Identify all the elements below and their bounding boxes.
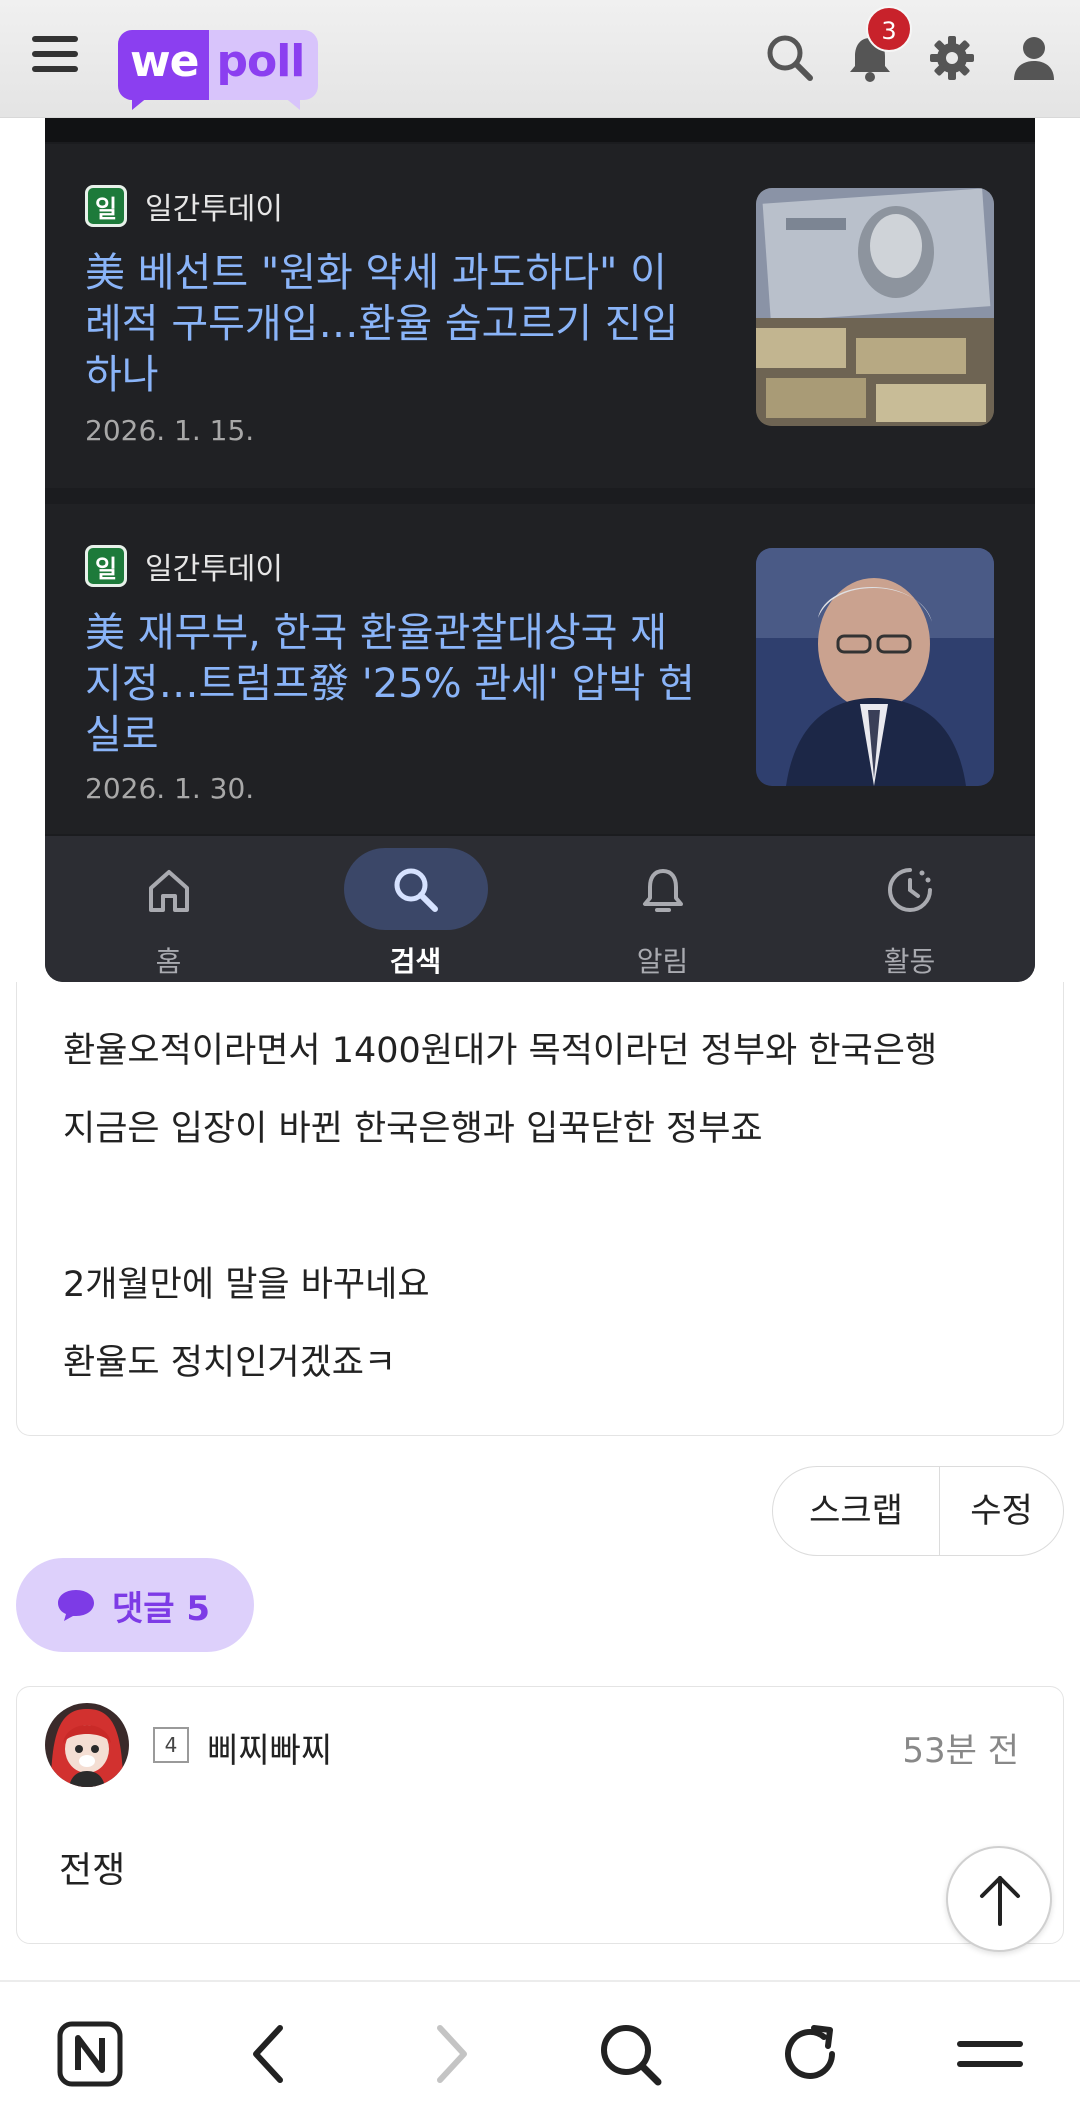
bell-icon xyxy=(642,869,683,912)
back-icon[interactable] xyxy=(234,2018,306,2090)
nav-search-label: 검색 xyxy=(389,945,442,978)
naver-home-icon[interactable] xyxy=(54,2018,126,2090)
search-icon[interactable] xyxy=(594,2018,666,2090)
nav-activity-label: 활동 xyxy=(883,945,936,978)
nav-home-label: 홈 xyxy=(155,945,182,978)
post-text-line: 2개월만에 말을 바꾸네요 xyxy=(63,1265,430,1305)
news-headline[interactable]: 美 베선트 "원화 약세 과도하다" 이 례적 구두개입…환율 숨고르기 진입 … xyxy=(85,248,725,401)
embedded-bottom-nav: 홈 검색 알림 활동 xyxy=(45,836,1035,982)
scroll-to-top-button[interactable] xyxy=(946,1846,1052,1952)
post-body: 환율오적이라면서 1400원대가 목적이라던 정부와 한국은행 지금은 입장이 … xyxy=(16,982,1064,1436)
news-date: 2026. 1. 30. xyxy=(85,772,255,805)
arrow-up-icon xyxy=(980,1876,1020,1926)
avatar[interactable] xyxy=(45,1703,129,1787)
comment-time: 53분 전 xyxy=(902,1731,1019,1771)
comment-text: 전쟁 xyxy=(59,1850,126,1891)
top-app-bar: we poll 3 xyxy=(0,0,1080,118)
wepoll-logo[interactable]: we poll xyxy=(118,26,319,110)
source-logo-icon: 일 xyxy=(85,185,127,227)
logo-we-text: we xyxy=(118,30,209,100)
user-icon[interactable] xyxy=(1006,30,1062,86)
news-thumbnail-dollar-image xyxy=(756,188,994,426)
post-text-line: 환율오적이라면서 1400원대가 목적이라던 정부와 한국은행 xyxy=(63,1031,938,1071)
nav-search[interactable]: 검색 xyxy=(292,836,539,982)
news-date: 2026. 1. 15. xyxy=(85,414,255,447)
nav-activity[interactable]: 활동 xyxy=(786,836,1033,982)
search-icon xyxy=(394,868,438,912)
nav-home[interactable]: 홈 xyxy=(45,836,292,982)
comment-item: 4 삐찌빠찌 53분 전 전쟁 xyxy=(16,1686,1064,1944)
news-card[interactable]: 일 일간투데이 美 재무부, 한국 환율관찰대상국 재 지정…트럼프發 '25%… xyxy=(45,504,1035,834)
embedded-news-screenshot: 일 일간투데이 美 베선트 "원화 약세 과도하다" 이 례적 구두개입…환율 … xyxy=(45,118,1035,982)
logo-poll-text: poll xyxy=(208,30,319,100)
home-icon xyxy=(148,870,189,912)
browser-bottom-bar xyxy=(0,1980,1080,2120)
post-actions: 스크랩 수정 xyxy=(772,1466,1064,1556)
comments-count-label: 댓글 5 xyxy=(112,1588,211,1629)
speech-bubble-icon xyxy=(58,1590,94,1621)
activity-icon xyxy=(887,868,932,912)
nav-alerts-label: 알림 xyxy=(636,945,689,978)
hamburger-menu-icon[interactable] xyxy=(32,36,78,80)
news-thumbnail-person-image xyxy=(756,548,994,786)
notification-badge: 3 xyxy=(866,6,912,52)
user-level-badge: 4 xyxy=(153,1727,189,1763)
comments-toggle-button[interactable]: 댓글 5 xyxy=(16,1558,254,1652)
news-card[interactable]: 일 일간투데이 美 베선트 "원화 약세 과도하다" 이 례적 구두개입…환율 … xyxy=(45,144,1035,488)
source-logo-icon: 일 xyxy=(85,545,127,587)
forward-icon xyxy=(414,2018,486,2090)
news-source: 일간투데이 xyxy=(145,552,283,587)
news-source: 일간투데이 xyxy=(145,192,283,227)
search-icon[interactable] xyxy=(762,30,818,86)
comment-author[interactable]: 삐찌빠찌 xyxy=(207,1723,332,1772)
post-text-line: 환율도 정치인거겠죠ㅋ xyxy=(63,1343,397,1383)
scrap-button[interactable]: 스크랩 xyxy=(773,1467,941,1555)
menu-icon[interactable] xyxy=(954,2018,1026,2090)
refresh-icon[interactable] xyxy=(774,2018,846,2090)
nav-alerts[interactable]: 알림 xyxy=(539,836,786,982)
news-headline[interactable]: 美 재무부, 한국 환율관찰대상국 재 지정…트럼프發 '25% 관세' 압박 … xyxy=(85,608,725,761)
gear-icon[interactable] xyxy=(924,30,980,86)
post-text-line: 지금은 입장이 바뀐 한국은행과 입꾹닫한 정부죠 xyxy=(63,1109,763,1149)
edit-button[interactable]: 수정 xyxy=(940,1467,1063,1555)
